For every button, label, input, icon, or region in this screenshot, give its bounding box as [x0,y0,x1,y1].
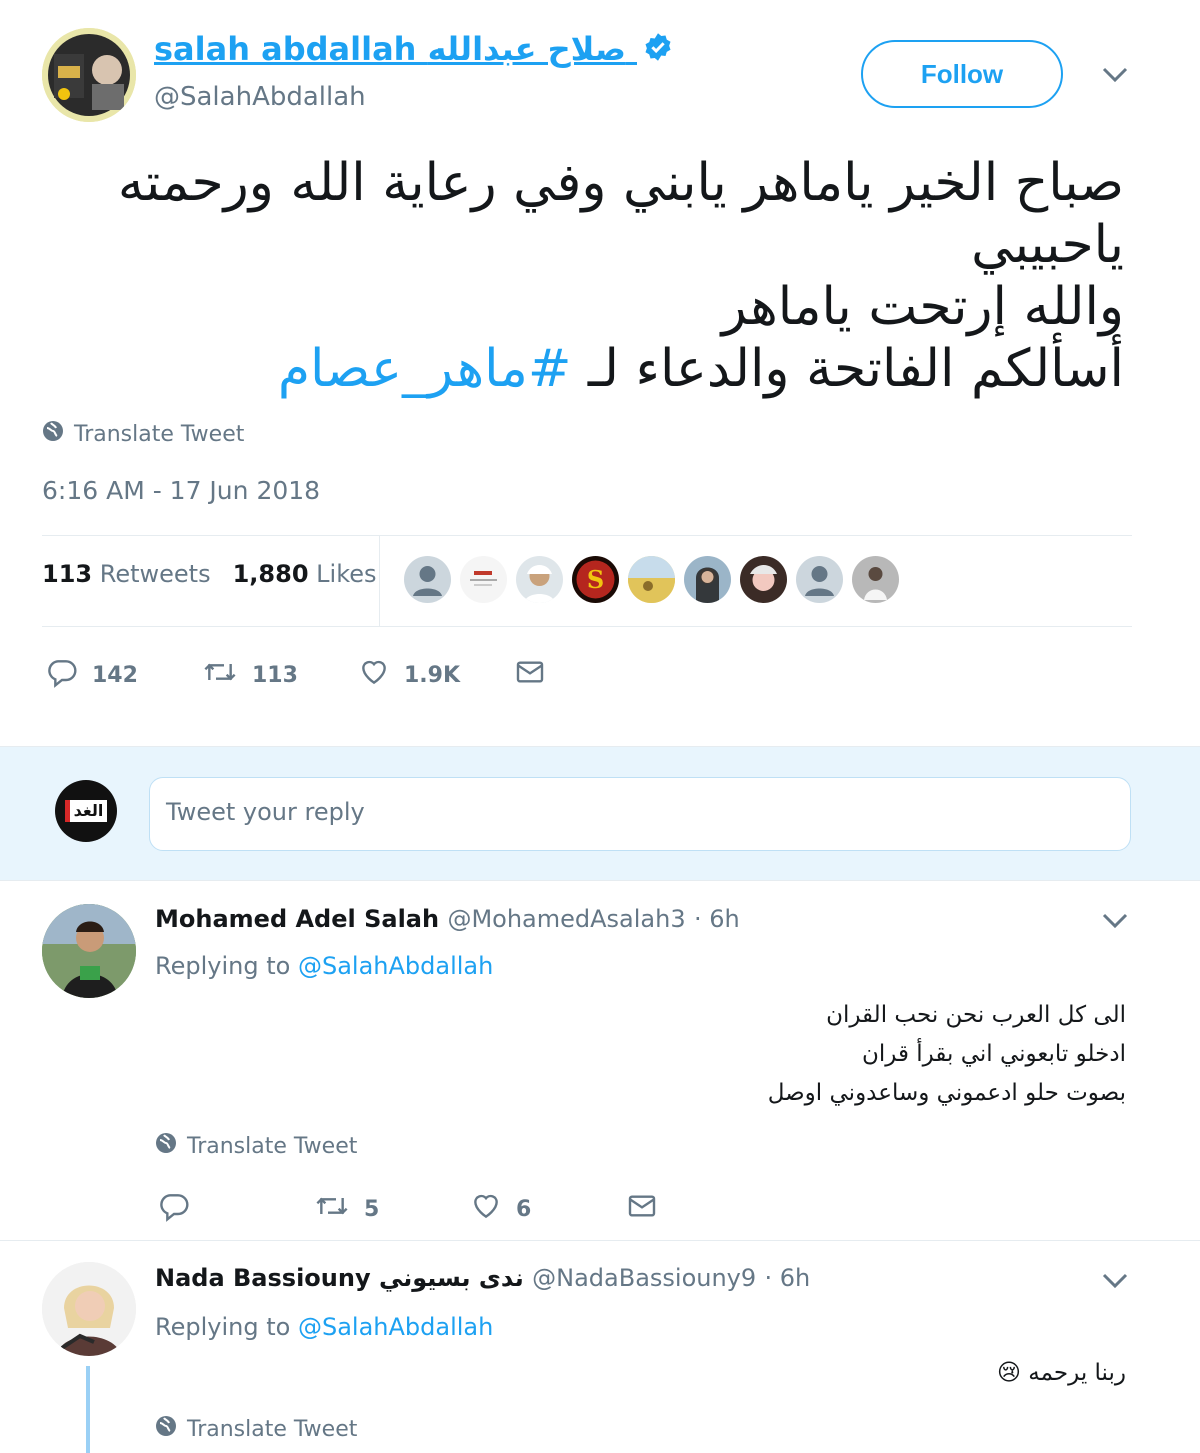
heart-icon [358,656,390,694]
reply-line: ربنا يرحمه [1028,1360,1126,1386]
tweet-line-text: أسألكم الفاتحة والدعاء لـ [571,339,1124,399]
tweet-line: صباح الخير ياماهر يابني وفي رعاية الله و… [117,153,1124,213]
replying-handle-link[interactable]: @SalahAbdallah [298,1313,493,1341]
reply-text: الى كل العرب نحن نحب القران ادخلو تابعون… [426,996,1126,1113]
heart-icon [470,1190,502,1228]
likes-stat[interactable]: 1,880 Likes [233,560,377,588]
likes-label: Likes [316,560,377,588]
reply-time[interactable]: · 6h [765,1264,811,1292]
retweets-label: Retweets [99,560,211,588]
chevron-down-icon[interactable] [1100,906,1130,936]
translate-tweet-link[interactable]: Translate Tweet [155,1132,357,1160]
tweet-timestamp[interactable]: 6:16 AM - 17 Jun 2018 [42,476,320,505]
author-display-name[interactable]: salah abdallah صلاح عبدالله [154,30,673,70]
message-action[interactable] [514,656,546,694]
reply-author-handle[interactable]: @MohamedAsalah3 [447,905,685,933]
reply-avatar[interactable] [42,904,136,998]
globe-icon [155,1415,177,1443]
liker-avatar[interactable]: S [572,556,619,603]
retweets-stat[interactable]: 113 Retweets [42,560,211,588]
reply-count: 142 [92,662,138,688]
verified-badge-icon [643,32,673,70]
reply-action[interactable] [158,1190,314,1228]
divider [0,1240,1200,1241]
globe-icon [155,1132,177,1160]
current-user-avatar[interactable]: الغد [55,780,117,842]
like-action[interactable]: 6 [470,1190,626,1228]
reply-line: بصوت حلو ادعموني وساعدوني اوصل [767,1080,1126,1106]
like-action[interactable]: 1.9K [358,656,514,694]
reply-input[interactable]: Tweet your reply [149,777,1131,851]
replying-label: Replying to [155,1313,291,1341]
tweet-line: ياحبيبي [971,215,1124,275]
like-count: 1.9K [404,662,461,688]
retweet-count: 5 [364,1196,380,1222]
likes-count: 1,880 [232,560,309,588]
reply-line: ادخلو تابعوني اني بقرأ قران [862,1041,1126,1067]
translate-tweet-link[interactable]: Translate Tweet [155,1415,357,1443]
chevron-down-icon[interactable] [1100,60,1130,90]
follow-button[interactable]: Follow [861,40,1063,108]
retweet-action[interactable]: 5 [314,1190,470,1228]
retweet-action[interactable]: 113 [202,656,358,694]
crying-face-emoji: 😢 [996,1360,1021,1386]
stats-divider [379,535,380,626]
liker-avatar[interactable] [740,556,787,603]
reply-author-name[interactable]: Nada Bassiouny ندى بسيوني [155,1264,524,1292]
retweet-icon [314,1190,350,1228]
liker-avatar[interactable] [852,556,899,603]
reply-author[interactable]: Nada Bassiouny ندى بسيوني @NadaBassiouny… [155,1264,810,1292]
reply-icon [46,656,78,694]
liker-avatar[interactable] [460,556,507,603]
replying-handle-link[interactable]: @SalahAbdallah [298,952,493,980]
retweets-count: 113 [42,560,93,588]
translate-label[interactable]: Translate Tweet [74,422,244,447]
tweet-text: صباح الخير ياماهر يابني وفي رعاية الله و… [84,152,1124,400]
like-count: 6 [516,1196,532,1222]
retweet-icon [202,656,238,694]
author-handle[interactable]: @SalahAbdallah [154,82,366,112]
thread-line [86,1366,90,1453]
replying-label: Replying to [155,952,291,980]
reply-text: ربنا يرحمه 😢 [726,1354,1126,1393]
liker-avatar[interactable] [796,556,843,603]
replying-to: Replying to @SalahAbdallah [155,1313,493,1341]
reply-actions: 5 6 [158,1190,658,1228]
reply-icon [158,1190,190,1228]
reply-author-handle[interactable]: @NadaBassiouny9 [532,1264,756,1292]
translate-label[interactable]: Translate Tweet [187,1417,357,1442]
liker-avatar[interactable] [404,556,451,603]
divider [42,626,1132,627]
liker-avatar[interactable] [684,556,731,603]
hashtag-link[interactable]: #ماهر_عصام [278,339,572,399]
liker-avatar[interactable] [516,556,563,603]
reply-time[interactable]: · 6h [694,905,740,933]
reply-author[interactable]: Mohamed Adel Salah @MohamedAsalah3 · 6h [155,905,740,933]
tweet-stats: 113 Retweets 1,880 Likes [42,560,377,588]
replying-to: Replying to @SalahAbdallah [155,952,493,980]
translate-tweet-link[interactable]: Translate Tweet [42,420,244,448]
author-name-text[interactable]: salah abdallah صلاح عبدالله [154,30,626,68]
author-avatar[interactable] [42,28,136,122]
likers-avatars: S [404,556,899,603]
liker-avatar[interactable] [628,556,675,603]
tweet-actions: 142 113 1.9K [46,656,546,694]
envelope-icon [514,656,546,694]
reply-line: الى كل العرب نحن نحب القران [826,1002,1126,1028]
tweet-line: أسألكم الفاتحة والدعاء لـ #ماهر_عصام [84,338,1124,400]
chevron-down-icon[interactable] [1100,1266,1130,1296]
svg-text:S: S [587,565,604,594]
globe-icon [42,420,64,448]
retweet-count: 113 [252,662,298,688]
tweet-line: والله إرتحت ياماهر [721,277,1124,337]
message-action[interactable] [626,1190,658,1228]
divider [42,535,1132,536]
reply-action[interactable]: 142 [46,656,202,694]
envelope-icon [626,1190,658,1228]
reply-avatar[interactable] [42,1262,136,1356]
avatar-logo-text: الغد [64,800,108,822]
reply-author-name[interactable]: Mohamed Adel Salah [155,905,439,933]
translate-label[interactable]: Translate Tweet [187,1134,357,1159]
